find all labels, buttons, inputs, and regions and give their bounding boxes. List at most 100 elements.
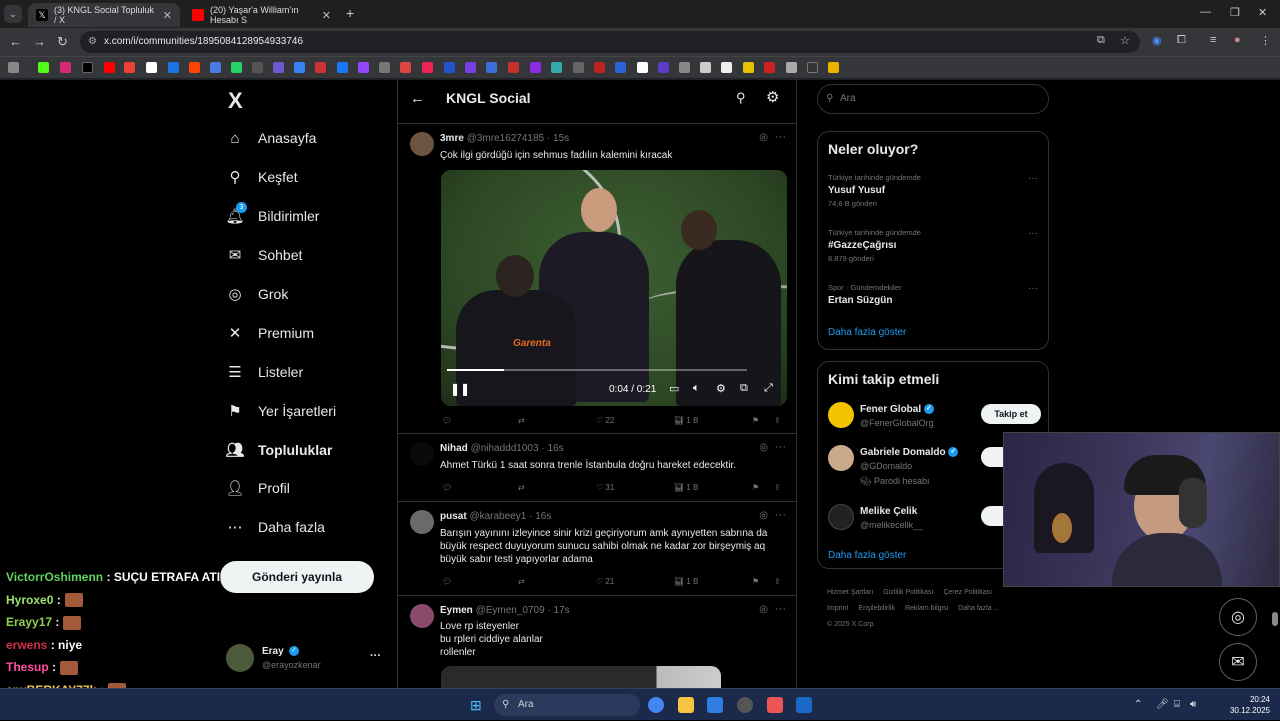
- restore-icon[interactable]: ❐: [1230, 6, 1240, 19]
- bookmark-icon[interactable]: ⚑: [752, 577, 759, 586]
- bookmark-icon-29[interactable]: [658, 62, 669, 73]
- bookmark-icon[interactable]: ⚑: [752, 416, 759, 425]
- settings-gear-icon[interactable]: ⚙: [766, 88, 779, 106]
- nav-item-list[interactable]: ☰ Listeler: [226, 357, 303, 387]
- captions-icon[interactable]: ▭: [669, 382, 679, 395]
- minimize-icon[interactable]: —: [1200, 6, 1211, 18]
- taskbar-clock[interactable]: 20:24 30.12.2025: [1230, 694, 1270, 716]
- bookmark-star-icon[interactable]: ☆: [1120, 34, 1130, 47]
- app-icon[interactable]: [737, 697, 753, 713]
- bookmark-icon-18[interactable]: [422, 62, 433, 73]
- trend-more-icon[interactable]: ···: [1028, 283, 1038, 294]
- search-input[interactable]: ⚲ Ara: [817, 84, 1049, 114]
- bookmark-icon-12[interactable]: [294, 62, 305, 73]
- fullscreen-icon[interactable]: ⤢: [764, 382, 773, 395]
- footer-link[interactable]: Hizmet Şartları: [827, 589, 873, 596]
- browser-menu-icon[interactable]: ⋮: [1260, 34, 1271, 47]
- views-icon[interactable]: 📊︎ 1 B: [674, 577, 698, 586]
- tweet[interactable]: 3mre @3mre16274185 · 15s ◎ ··· Çok ilgi …: [398, 124, 796, 434]
- back-icon[interactable]: ←: [9, 34, 22, 49]
- nav-item-search[interactable]: ⚲ Keşfet: [226, 162, 298, 192]
- nav-item-profile[interactable]: 👤︎ Profil: [225, 473, 289, 503]
- pause-icon[interactable]: ❚❚: [450, 382, 470, 396]
- bookmark-icon-24[interactable]: [551, 62, 562, 73]
- tweet-author-name[interactable]: pusat: [440, 511, 467, 522]
- bookmark-icon-31[interactable]: [700, 62, 711, 73]
- trend-more-icon[interactable]: ···: [1028, 173, 1038, 184]
- messages-floating-icon[interactable]: ✉: [1219, 643, 1257, 681]
- microphone-icon[interactable]: 🎤︎: [1156, 699, 1169, 710]
- tray-overflow-icon[interactable]: ⌃: [1134, 699, 1142, 710]
- instagram-icon[interactable]: [60, 62, 71, 73]
- footer-link[interactable]: Imprint: [827, 605, 848, 612]
- nav-item-bookmark[interactable]: ⚑ Yer İşaretleri: [226, 396, 336, 426]
- windows-start-icon[interactable]: ⊞: [470, 697, 482, 714]
- bookmark-icon-16[interactable]: [379, 62, 390, 73]
- bookmark-icon-17[interactable]: [400, 62, 411, 73]
- google-icon[interactable]: [146, 62, 157, 73]
- facebook-icon[interactable]: [337, 62, 348, 73]
- bookmark-icon-19[interactable]: [444, 62, 455, 73]
- footer-link[interactable]: Daha fazla ...: [958, 605, 999, 612]
- picture-in-picture-icon[interactable]: ⧉: [740, 382, 748, 395]
- app-icon[interactable]: [767, 697, 783, 713]
- steam-icon[interactable]: [796, 697, 812, 713]
- file-explorer-icon[interactable]: [678, 697, 694, 713]
- like-icon[interactable]: ♡ 31: [596, 483, 614, 492]
- grok-icon[interactable]: ◎: [759, 510, 768, 521]
- nav-item-more-circle[interactable]: ⋯ Daha fazla: [226, 512, 325, 542]
- site-info-icon[interactable]: ⚙: [88, 31, 97, 53]
- follow-button[interactable]: Takip et: [981, 404, 1041, 424]
- reload-icon[interactable]: ↻: [57, 34, 68, 50]
- repost-icon[interactable]: ⇄: [518, 577, 525, 586]
- footer-link[interactable]: Çerez Politikası: [943, 589, 992, 596]
- forward-icon[interactable]: →: [33, 34, 46, 49]
- volume-icon[interactable]: 🔈︎: [693, 382, 700, 395]
- whatsapp-icon[interactable]: [231, 62, 242, 73]
- bookmark-icon-27[interactable]: [615, 62, 626, 73]
- bookmark-icon-8[interactable]: [210, 62, 221, 73]
- nav-item-home[interactable]: ⌂ Anasayfa: [226, 123, 316, 153]
- bookmark-icon-36[interactable]: [807, 62, 818, 73]
- account-more-icon[interactable]: ···: [370, 650, 381, 662]
- nav-item-mail[interactable]: ✉ Sohbet: [226, 240, 303, 270]
- repost-icon[interactable]: ⇄: [518, 483, 525, 492]
- install-app-icon[interactable]: ⧉: [1097, 34, 1105, 47]
- tab-youtube[interactable]: (20) Yaşar'a William'ın Hesabı S ✕: [184, 3, 339, 27]
- like-icon[interactable]: ♡ 22: [596, 416, 614, 425]
- repost-icon[interactable]: ⇄: [518, 416, 525, 425]
- nav-item-bell[interactable]: 🔔︎ 3 Bildirimler: [225, 201, 319, 231]
- post-button[interactable]: Gönderi yayınla: [220, 561, 374, 593]
- back-arrow-icon[interactable]: ←: [410, 90, 425, 107]
- close-tab-icon[interactable]: ✕: [322, 9, 331, 22]
- profile-avatar-icon[interactable]: ●: [1234, 34, 1241, 46]
- like-icon[interactable]: ♡ 21: [596, 577, 614, 586]
- scrollbar[interactable]: [1272, 612, 1278, 626]
- tweet-media-preview[interactable]: [441, 666, 721, 688]
- tweet[interactable]: Eymen @Eymen_0709 · 17s ◎ ··· Love rp is…: [398, 596, 796, 688]
- bookmark-icon-33[interactable]: [743, 62, 754, 73]
- bookmark-icon-11[interactable]: [273, 62, 284, 73]
- views-icon[interactable]: 📊︎ 1 B: [674, 483, 698, 492]
- grok-icon[interactable]: ◎: [759, 132, 768, 143]
- store-icon[interactable]: [707, 697, 723, 713]
- tab-search-button[interactable]: ⌄: [4, 5, 22, 23]
- nav-item-x-premium[interactable]: ✕ Premium: [226, 318, 314, 348]
- folder-icon[interactable]: [828, 62, 839, 73]
- media-icon[interactable]: ≡: [1210, 34, 1216, 46]
- share-icon[interactable]: ⇪: [774, 577, 781, 586]
- reply-icon[interactable]: 💬︎: [442, 416, 452, 425]
- account-switcher[interactable]: Eray ✓ @erayozkenar ···: [226, 640, 386, 676]
- grok-icon[interactable]: ◎: [759, 442, 768, 453]
- footer-link[interactable]: Reklam bilgisi: [905, 605, 948, 612]
- x-bookmark-icon[interactable]: [82, 62, 93, 73]
- reddit-icon[interactable]: [189, 62, 200, 73]
- more-icon[interactable]: ···: [775, 603, 786, 615]
- follow-show-more-link[interactable]: Daha fazla göster: [828, 550, 906, 561]
- trend-item[interactable]: Türkiye tarihinde gündemde #GazzeÇağrısı…: [828, 228, 1038, 263]
- bookmark-icon-10[interactable]: [252, 62, 263, 73]
- footer-link[interactable]: Erişilebilirlik: [858, 605, 895, 612]
- search-icon[interactable]: ⚲: [736, 90, 746, 106]
- network-icon[interactable]: ⌸: [1174, 699, 1180, 710]
- kick-icon[interactable]: [38, 62, 49, 73]
